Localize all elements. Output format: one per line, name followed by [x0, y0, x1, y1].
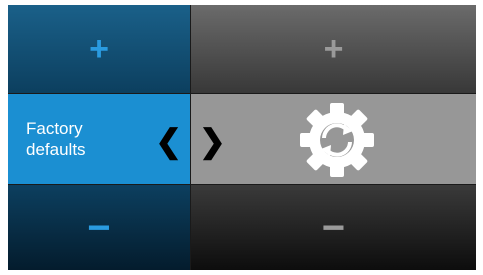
plus-icon: + — [89, 30, 109, 68]
chevron-right-icon[interactable]: ❯ — [199, 122, 226, 160]
increase-button-right[interactable]: + — [191, 5, 476, 93]
minus-icon: − — [321, 205, 346, 250]
setting-name-cell: Factory defaults ❮ — [8, 94, 190, 184]
chevron-left-icon[interactable]: ❮ — [155, 122, 182, 160]
settings-panel: + Factory defaults ❮ − + ❯ − — [8, 5, 476, 270]
increase-button-left[interactable]: + — [8, 5, 190, 93]
plus-icon: + — [323, 30, 344, 68]
setting-value-cell[interactable]: ❯ — [191, 94, 476, 184]
decrease-button-left[interactable]: − — [8, 185, 190, 270]
decrease-button-right[interactable]: − — [191, 185, 476, 270]
minus-icon: − — [87, 205, 111, 250]
setting-label-line1: Factory — [26, 119, 83, 138]
setting-label: Factory defaults — [26, 118, 156, 160]
setting-label-line2: defaults — [26, 140, 86, 159]
factory-reset-gear-icon — [297, 100, 377, 180]
